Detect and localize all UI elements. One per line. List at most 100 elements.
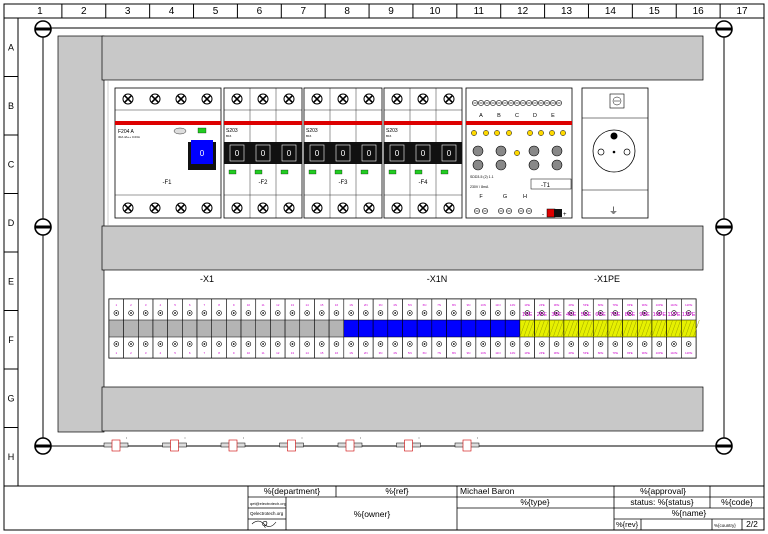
breaker-label: -F4 (419, 180, 429, 186)
terminal-screw-icon (201, 202, 213, 214)
svg-text:6PE: 6PE (595, 312, 606, 318)
svg-text:6PE: 6PE (598, 351, 604, 355)
breaker-toggle-label: 0 (341, 149, 346, 158)
svg-text:3PE: 3PE (554, 351, 560, 355)
svg-text:7PE: 7PE (612, 351, 618, 355)
tb-ref: %{ref} (385, 486, 408, 496)
svg-text:2PE: 2PE (539, 351, 545, 355)
terminal-screw-icon (311, 93, 323, 105)
svg-text:14: 14 (305, 351, 309, 355)
terminal-label-x1n: -X1N (427, 274, 448, 284)
terminal-block-x1: 22 (123, 298, 139, 359)
cable-gland-icon (103, 437, 129, 452)
column-number: 2 (81, 6, 87, 17)
terminal-block-x1n: 3N 3N (372, 298, 389, 359)
tb-page: 2/2 (746, 519, 758, 529)
terminal-block-x1n: 11N 11N (490, 298, 506, 359)
svg-text:8N: 8N (452, 351, 456, 355)
svg-text:12: 12 (276, 351, 280, 355)
svg-text:1N: 1N (349, 351, 353, 355)
terminal-label-x1: -X1 (200, 274, 214, 284)
tb-name: %{name} (672, 508, 707, 518)
breaker-label: -F2 (259, 180, 269, 186)
terminal-block-x1n: 7N 7N (431, 298, 447, 359)
column-number: 11 (474, 6, 485, 17)
module-t1: ABCDE SDD3-5 (2) 1.1 230V / 8mA -T1 FGH … (465, 87, 573, 219)
column-number: 10 (429, 6, 441, 17)
svg-text:9PE: 9PE (642, 303, 648, 307)
svg-text:11N: 11N (495, 303, 500, 307)
svg-text:7PE: 7PE (610, 312, 621, 318)
ground-icon: ⏚ (609, 206, 618, 216)
svg-text:12PE: 12PE (682, 312, 696, 318)
terminal-block-x1n: 8N 8N (446, 298, 462, 359)
svg-text:12PE: 12PE (685, 303, 692, 307)
column-number: 14 (605, 6, 617, 17)
svg-text:7N: 7N (437, 351, 441, 355)
breaker-toggle-label: 0 (287, 149, 292, 158)
terminal-block-x1: 14 14 (299, 298, 315, 359)
tb-code: %{code} (721, 497, 753, 507)
svg-text:15: 15 (320, 303, 324, 307)
svg-text:10PE: 10PE (653, 312, 667, 318)
breaker-toggle-label: 0 (235, 149, 240, 158)
terminal-block-x1: 11 (108, 298, 124, 359)
svg-text:13: 13 (291, 303, 295, 307)
tb-rev: %{rev} (616, 520, 639, 529)
adjust-knob-icon (528, 159, 540, 171)
column-number: 13 (561, 6, 573, 17)
terminal-screw-icon (283, 202, 295, 214)
terminal-block-x1: 13 13 (284, 298, 301, 359)
terminal-block-x1: 33 (138, 298, 154, 359)
tb-type: %{type} (520, 497, 549, 507)
svg-text:15: 15 (320, 351, 324, 355)
small-screw-icon (496, 100, 502, 106)
tb-author: Michael Baron (460, 486, 515, 496)
terminal-screw-icon (443, 202, 455, 214)
cable-glands (103, 437, 480, 452)
column-number: 9 (388, 6, 394, 17)
screw-icon (715, 218, 733, 236)
adjust-knob-icon (551, 145, 563, 157)
row-letter: C (8, 159, 15, 169)
svg-text:11N: 11N (495, 351, 500, 355)
svg-text:12PE: 12PE (685, 351, 692, 355)
svg-text:11: 11 (262, 351, 265, 355)
svg-text:11: 11 (262, 303, 265, 307)
svg-text:10PE: 10PE (656, 351, 663, 355)
breaker-row: F204 A30A 4A++ 0.03A0-F1S203B160 0 0-F2S20… (114, 87, 463, 219)
cable-gland-icon (162, 437, 187, 452)
terminal-screw-icon (363, 93, 375, 105)
svg-text:5PE: 5PE (583, 303, 589, 307)
column-number: 5 (213, 6, 219, 17)
small-screw-icon (474, 208, 480, 214)
small-screw-icon (478, 100, 484, 106)
svg-text:7N: 7N (437, 303, 441, 307)
svg-text:9PE: 9PE (642, 351, 648, 355)
t1-top-letter: E (551, 113, 555, 119)
svg-text:B16: B16 (306, 134, 312, 138)
terminal-block-x1: 77 (196, 298, 213, 359)
terminal-screw-icon (201, 93, 213, 105)
breaker-label: -F3 (339, 180, 349, 186)
breaker-toggle-label: 0 (421, 149, 426, 158)
terminal-screw-icon (443, 93, 455, 105)
small-screw-icon (490, 100, 496, 106)
t1-top-letter: D (533, 113, 537, 119)
small-screw-icon (532, 100, 538, 106)
svg-text:3N: 3N (379, 303, 383, 307)
svg-text:14: 14 (305, 303, 309, 307)
terminal-screw-icon (122, 202, 134, 214)
svg-text:10: 10 (247, 351, 251, 355)
svg-text:8PE: 8PE (625, 312, 636, 318)
svg-text:2N: 2N (364, 303, 368, 307)
breaker-f4: S203B160 0 0-F4 (383, 87, 463, 219)
column-ticks: 1 2 3 4 5 6 7 8 9 10 11 12 13 14 15 16 17 (37, 4, 748, 18)
svg-text:3PE: 3PE (551, 312, 562, 318)
svg-text:11PE: 11PE (670, 351, 677, 355)
svg-text:5PE: 5PE (581, 312, 592, 318)
t1-bottom-letter: G (503, 194, 507, 200)
terminal-block-x1: 88 (211, 298, 227, 359)
svg-text:Q: Q (262, 521, 268, 528)
svg-text:8PE: 8PE (627, 303, 633, 307)
